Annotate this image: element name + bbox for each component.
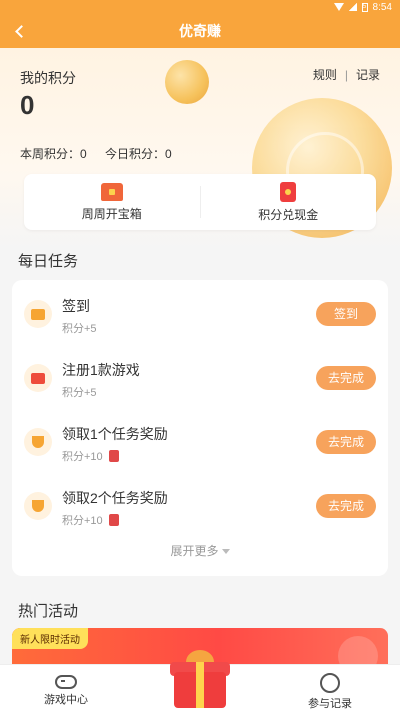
tab-label: 游戏中心 — [44, 694, 88, 706]
task-row: 领取2个任务奖励 积分+10 去完成 — [12, 474, 388, 538]
tab-game-center[interactable]: 游戏中心 — [40, 671, 92, 707]
red-packet-icon — [280, 181, 297, 202]
daily-tasks-title: 每日任务 — [18, 253, 79, 270]
daily-tasks-card: 签到 积分+5 签到 注册1款游戏 积分+5 去完成 领取1个任务奖励 积分+1… — [12, 280, 388, 576]
red-packet-icon — [108, 450, 119, 462]
calendar-check-icon — [24, 300, 52, 328]
quick-action-label: 积分兑现金 — [258, 207, 319, 222]
tab-activities[interactable]: 参与记录 — [300, 671, 360, 711]
task-title: 签到 — [62, 298, 90, 314]
activity-icon — [320, 673, 340, 693]
red-packet-icon — [108, 514, 119, 526]
trophy-icon — [24, 428, 52, 456]
week-points: 本周积分：0 — [20, 147, 87, 161]
status-time: 8:54 — [372, 1, 392, 13]
game-controller-icon — [24, 364, 52, 392]
points-to-cash-button[interactable]: 积分兑现金 — [201, 174, 377, 230]
task-row: 领取1个任务奖励 积分+10 去完成 — [12, 410, 388, 474]
banner-tag: 新人限时活动 — [12, 628, 88, 649]
wifi-icon — [333, 3, 344, 11]
signal-icon — [348, 3, 357, 11]
today-points: 今日积分：0 — [105, 147, 172, 161]
complete-button[interactable]: 去完成 — [316, 430, 376, 454]
records-link[interactable]: 记录 — [356, 66, 380, 83]
task-title: 领取1个任务奖励 — [62, 426, 168, 442]
link-separator: | — [344, 67, 348, 82]
task-row: 注册1款游戏 积分+5 去完成 — [12, 346, 388, 410]
caret-down-icon — [221, 549, 230, 555]
header-links: 规则 | 记录 — [313, 66, 380, 83]
checkin-button[interactable]: 签到 — [316, 302, 376, 326]
task-reward: 积分+10 — [62, 515, 103, 527]
complete-button[interactable]: 去完成 — [316, 366, 376, 390]
task-title: 领取2个任务奖励 — [62, 490, 168, 506]
expand-more-button[interactable]: 展开更多 — [12, 542, 388, 559]
treasure-chest-icon — [100, 182, 123, 201]
coin-decoration — [165, 60, 209, 104]
status-bar: 5 8:54 — [0, 0, 400, 14]
gamepad-icon — [55, 675, 77, 689]
nav-bar: 优奇赚 — [0, 14, 400, 48]
task-reward: 积分+5 — [62, 323, 97, 335]
page-title: 优奇赚 — [179, 23, 221, 39]
task-reward: 积分+10 — [62, 451, 103, 463]
expand-more-label: 展开更多 — [170, 544, 219, 558]
task-row: 签到 积分+5 签到 — [12, 282, 388, 346]
back-button[interactable] — [8, 20, 30, 42]
chevron-left-icon — [14, 24, 28, 38]
tab-label: 参与记录 — [308, 698, 352, 710]
task-reward: 积分+5 — [62, 387, 97, 399]
center-gift-button[interactable] — [168, 646, 232, 712]
my-points-label: 我的积分 — [20, 70, 76, 86]
quick-action-label: 周周开宝箱 — [81, 206, 142, 221]
quick-actions-card: 周周开宝箱 积分兑现金 — [24, 174, 376, 230]
trophy-icon — [24, 492, 52, 520]
task-title: 注册1款游戏 — [62, 362, 140, 378]
rules-link[interactable]: 规则 — [313, 66, 337, 83]
battery-icon: 5 — [361, 2, 368, 12]
complete-button[interactable]: 去完成 — [316, 494, 376, 518]
hot-activities-title: 热门活动 — [18, 603, 79, 620]
weekly-chest-button[interactable]: 周周开宝箱 — [24, 174, 200, 230]
my-points-value: 0 — [20, 90, 35, 120]
